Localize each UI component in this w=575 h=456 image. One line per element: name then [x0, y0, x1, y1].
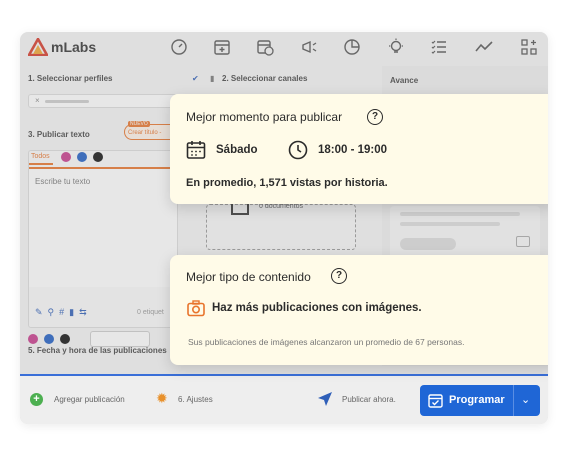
chevron-down-icon[interactable]: ⌄ — [521, 393, 530, 406]
help-icon[interactable]: ? — [367, 109, 383, 125]
help-icon[interactable]: ? — [331, 268, 347, 284]
comment-icon — [516, 236, 530, 247]
lightbulb-icon[interactable] — [387, 38, 405, 56]
tiktok-icon[interactable] — [60, 334, 70, 344]
logo[interactable]: mLabs — [28, 38, 96, 56]
send-icon[interactable] — [317, 391, 333, 407]
best-time-average: En promedio, 1,571 vistas por historia. — [186, 177, 388, 189]
settings-button[interactable]: 6. Ajustes — [178, 395, 213, 404]
camera-icon — [187, 300, 205, 317]
tab-all[interactable]: Todos — [31, 153, 50, 160]
top-nav: mLabs — [20, 32, 548, 62]
content-detail: Sus publicaciones de imágenes alcanzaron… — [188, 337, 465, 347]
app-name: mLabs — [51, 39, 97, 55]
tab-all-underline — [29, 163, 53, 165]
new-badge: NUEVO — [128, 121, 150, 127]
button-divider — [513, 385, 514, 416]
calendar-add-icon[interactable] — [213, 38, 231, 56]
program-button[interactable]: Programar ⌄ — [420, 385, 540, 416]
preview-line — [400, 222, 500, 226]
calendar-icon — [186, 141, 206, 159]
avance-title: Avance — [390, 76, 419, 85]
calendar-clock-icon[interactable] — [256, 38, 274, 56]
labels-count: 0 etiquet — [137, 309, 164, 316]
content-type-card: Mejor tipo de contenido ? Haz más public… — [170, 255, 548, 365]
documents-count: 0 documentos — [259, 203, 303, 210]
program-label: Programar — [449, 394, 505, 406]
tiktok-icon[interactable] — [93, 152, 103, 162]
text-placeholder: Escribe tu texto — [35, 177, 91, 186]
publish-now-button[interactable]: Publicar ahora. — [342, 395, 396, 404]
grid-add-icon[interactable] — [520, 38, 538, 56]
date-field[interactable] — [90, 331, 150, 347]
checkmark-icon: ✔ — [192, 74, 199, 83]
step3-title: 3. Publicar texto — [28, 130, 90, 139]
preview-card — [390, 206, 540, 262]
facebook-icon[interactable] — [44, 334, 54, 344]
facebook-icon[interactable] — [77, 152, 87, 162]
preview-line — [400, 212, 520, 216]
trash-icon[interactable]: ▮ — [210, 74, 214, 83]
add-icon[interactable]: + — [30, 393, 43, 406]
create-title-label: Crear título - — [128, 130, 162, 136]
profile-selector[interactable]: × — [28, 94, 178, 108]
best-time-range: 18:00 - 19:00 — [318, 144, 388, 156]
best-day: Sábado — [216, 144, 258, 156]
step2-title: 2. Seleccionar canales — [222, 74, 308, 83]
megaphone-icon[interactable] — [300, 38, 318, 56]
instagram-icon[interactable] — [28, 334, 38, 344]
pie-chart-icon[interactable] — [343, 38, 361, 56]
bottom-bar: + Agregar publicación ✹ 6. Ajustes Publi… — [20, 374, 548, 424]
gear-icon[interactable]: ✹ — [156, 390, 168, 407]
clock-icon — [288, 140, 308, 160]
documents-dropzone[interactable]: 0 documentos — [206, 201, 356, 250]
content-tip: Haz más publicaciones con imágenes. — [212, 302, 422, 314]
trend-line-icon[interactable] — [475, 38, 493, 56]
left-panel: 1. Seleccionar perfiles × 3. Publicar te… — [20, 66, 188, 366]
composer-box[interactable]: Todos Escribe tu texto ✎⚲#▮⇆ 0 etiquet — [28, 150, 178, 328]
best-time-card: Mejor momento para publicar ? Sábado 18:… — [170, 94, 548, 204]
step1-title: 1. Seleccionar perfiles — [28, 74, 113, 83]
speedometer-icon[interactable] — [170, 38, 188, 56]
add-post-button[interactable]: Agregar publicación — [54, 395, 125, 404]
profile-chip — [45, 100, 89, 103]
app-window: mLabs 1. Seleccionar perfiles × 3. Publi… — [20, 32, 548, 424]
content-type-title: Mejor tipo de contenido — [186, 270, 311, 284]
checklist-icon[interactable] — [430, 38, 448, 56]
step5-title: 5. Fecha y hora de las publicaciones — [28, 346, 167, 355]
calendar-check-icon — [428, 394, 443, 408]
text-area[interactable]: Escribe tu texto — [29, 167, 177, 287]
composer-toolbar-icons[interactable]: ✎⚲#▮⇆ — [35, 307, 92, 318]
remove-profile-icon[interactable]: × — [35, 96, 40, 105]
preview-button — [400, 238, 456, 250]
mlabs-logo-icon — [28, 38, 48, 56]
best-time-title: Mejor momento para publicar — [186, 110, 343, 124]
instagram-icon[interactable] — [61, 152, 71, 162]
